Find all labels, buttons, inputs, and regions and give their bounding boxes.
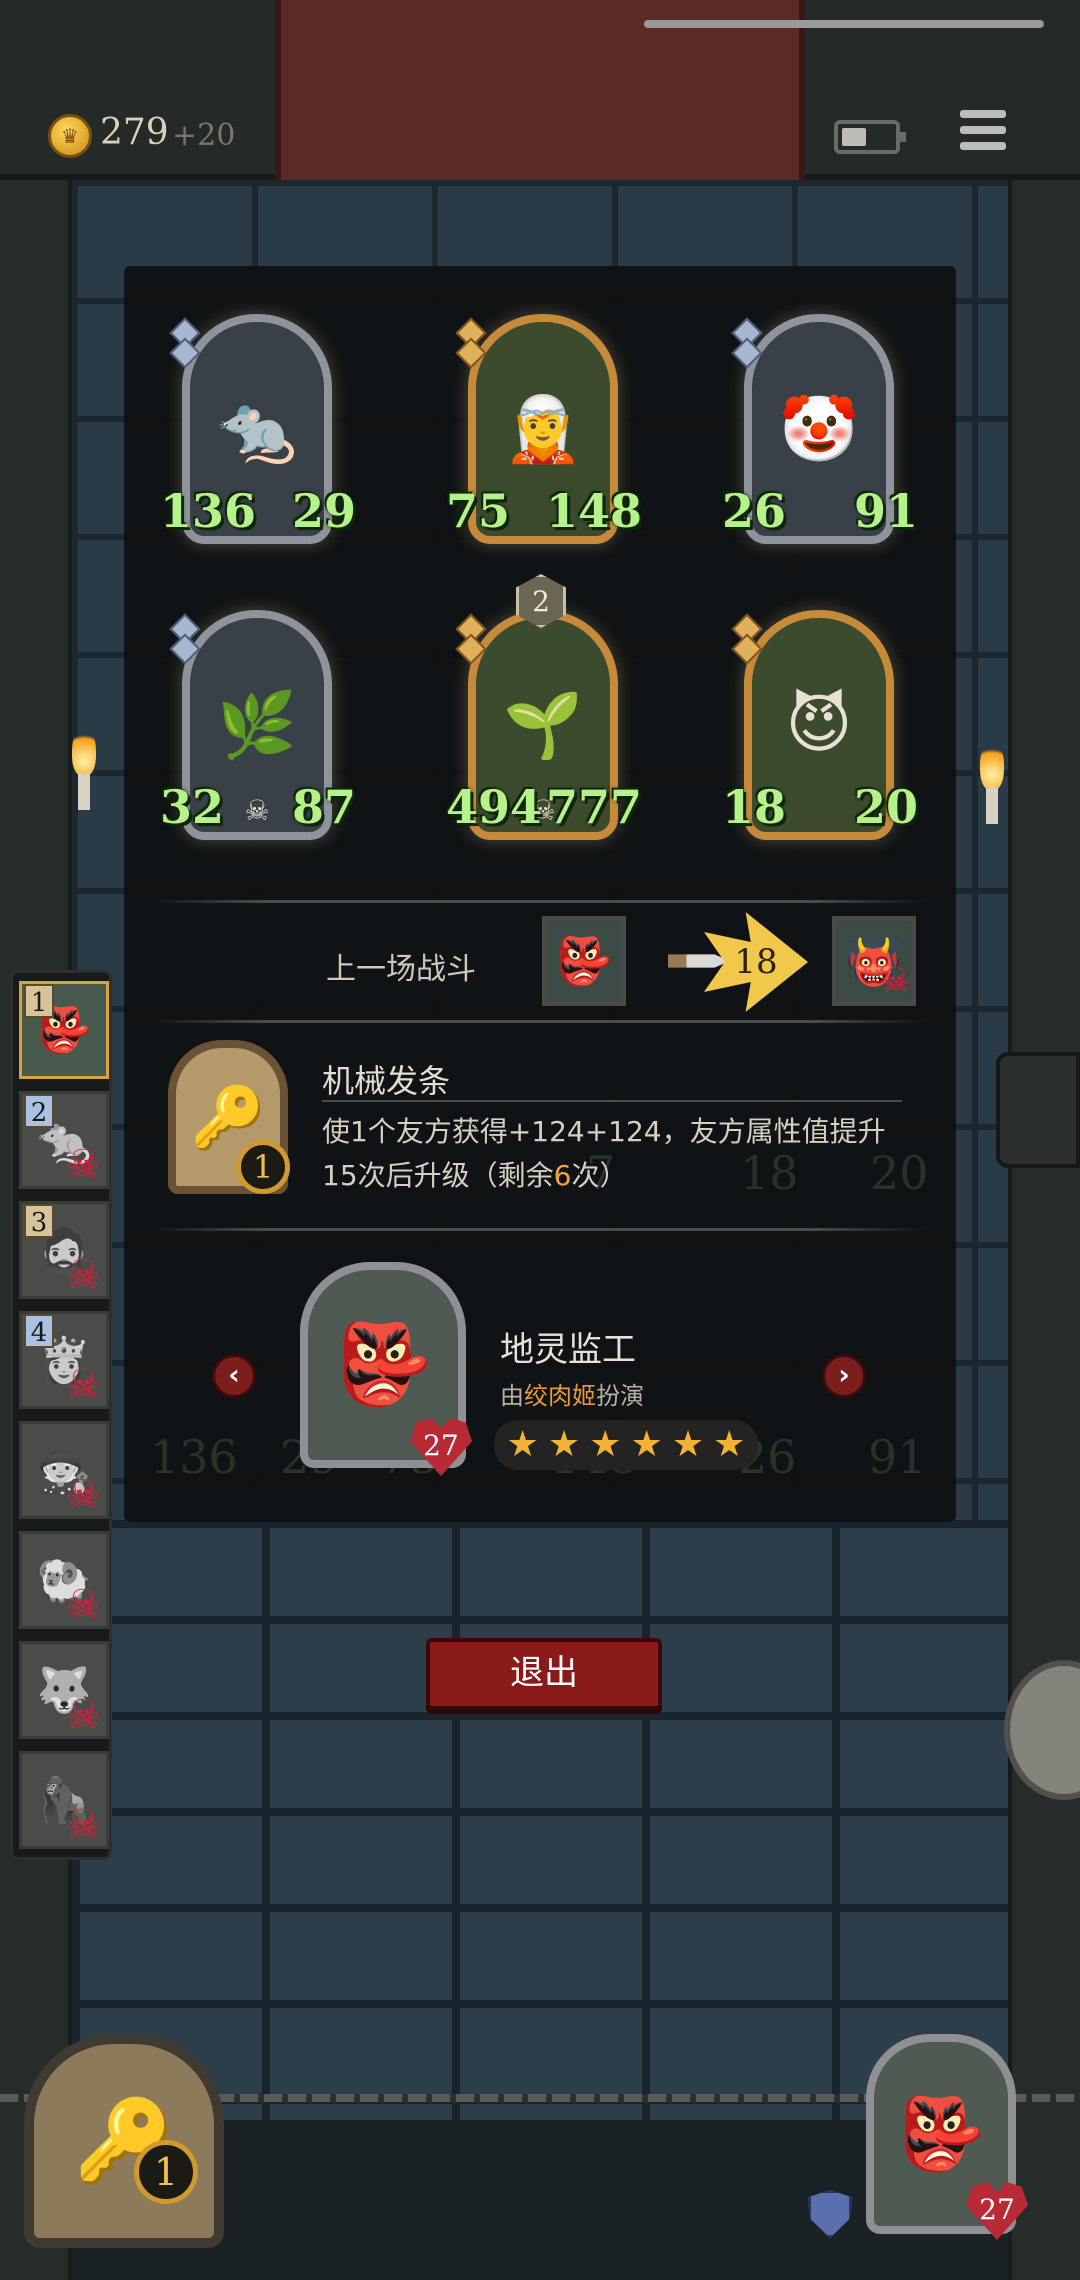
skull-icon: ☠ bbox=[65, 1362, 101, 1408]
team-position-badge: 3 bbox=[24, 1204, 54, 1238]
previous-hero-button[interactable]: ‹ bbox=[212, 1354, 256, 1398]
team-slot[interactable]: 🐺 ☠ bbox=[19, 1641, 109, 1739]
board-unit-elf-sorceress[interactable]: 🧝 75 148 bbox=[446, 314, 642, 564]
hero-name: 地灵监工 bbox=[500, 1330, 636, 1370]
unit-attack: 18 bbox=[722, 780, 787, 834]
divider bbox=[148, 1228, 928, 1231]
unit-health: 91 bbox=[853, 484, 918, 538]
coin-income: +20 bbox=[172, 118, 236, 153]
last-battle-own-hero-portrait[interactable]: 👺 bbox=[542, 916, 626, 1006]
menu-icon[interactable] bbox=[960, 110, 1006, 154]
star-icon: ★ bbox=[671, 1424, 705, 1465]
damage-value: 18 bbox=[734, 942, 778, 982]
equipment-description-line2: 15次后升级（剩余6次） bbox=[322, 1159, 628, 1192]
hero-played-by: 由绞肉姬扮演 bbox=[500, 1382, 644, 1410]
coin-count: 279 bbox=[100, 112, 169, 153]
exit-button[interactable]: 退出 bbox=[426, 1638, 662, 1710]
damage-arrow: 18 bbox=[668, 912, 808, 1012]
skull-icon: ☠ bbox=[880, 961, 911, 1001]
torch-right-icon bbox=[972, 740, 1012, 824]
board-unit-rat-rogue[interactable]: 🐀 136 29 bbox=[160, 314, 356, 564]
skull-icon: ☠ bbox=[65, 1582, 101, 1628]
next-hero-button[interactable]: › bbox=[822, 1354, 866, 1398]
coin-icon: ♛ bbox=[48, 114, 92, 158]
skull-icon: ☠ bbox=[244, 794, 270, 827]
unit-health: 20 bbox=[853, 780, 918, 834]
battery-icon bbox=[834, 120, 906, 154]
star-icon: ★ bbox=[713, 1424, 746, 1465]
team-slot[interactable]: 🐏 ☠ bbox=[19, 1531, 109, 1629]
team-position-badge: 2 bbox=[24, 1094, 54, 1128]
skull-icon: ☠ bbox=[65, 1252, 101, 1298]
star-icon: ★ bbox=[630, 1424, 663, 1465]
unit-health: 29 bbox=[291, 484, 356, 538]
last-battle-enemy-portrait[interactable]: 👹 ☠ bbox=[832, 916, 916, 1006]
bottom-equipment-count: 1 bbox=[134, 2140, 198, 2204]
team-slot[interactable]: 🐀 2 ☠ bbox=[19, 1091, 109, 1189]
unit-health: 148 bbox=[545, 484, 642, 538]
right-pillar bbox=[1008, 180, 1080, 2280]
skull-icon: ☠ bbox=[65, 1692, 101, 1738]
unit-attack: 26 bbox=[722, 484, 787, 538]
team-slot[interactable]: 👺 1 bbox=[19, 981, 109, 1079]
board-unit-jester-clown[interactable]: 🤡 26 91 bbox=[722, 314, 918, 564]
unit-health: 777 bbox=[545, 780, 642, 834]
skull-icon: ☠ bbox=[65, 1472, 101, 1518]
team-slot[interactable]: 🧔 3 ☠ bbox=[19, 1201, 109, 1299]
equipment-name-underline bbox=[322, 1100, 902, 1102]
unit-health: 87 bbox=[291, 780, 356, 834]
board-unit-imp-grinner[interactable]: 😈 18 20 bbox=[722, 610, 918, 860]
star-icon: ★ bbox=[547, 1424, 581, 1465]
skull-icon: ☠ bbox=[65, 1142, 101, 1188]
home-indicator bbox=[644, 20, 1044, 28]
team-list: 👺 1 🐀 2 ☠ 🧔 3 ☠ 👸 4 ☠ 🧙 ☠ 🐏 ☠ 🐺 ☠ 🦍 ☠ bbox=[10, 970, 112, 1860]
team-position-badge: 4 bbox=[24, 1314, 54, 1348]
torch-left-icon bbox=[64, 726, 104, 810]
board-unit-vine-plant[interactable]: 🌿 ☠ 32 87 bbox=[160, 610, 356, 860]
hero-star-rating: ★ ★ ★ ★ ★ ★ bbox=[494, 1420, 758, 1470]
skull-icon: ☠ bbox=[65, 1802, 101, 1848]
star-icon: ★ bbox=[589, 1424, 622, 1465]
unit-attack: 136 bbox=[160, 484, 257, 538]
last-battle-label: 上一场战斗 bbox=[326, 952, 476, 987]
star-icon: ★ bbox=[506, 1424, 539, 1465]
door-knob bbox=[996, 1052, 1080, 1168]
team-slot[interactable]: 👸 4 ☠ bbox=[19, 1311, 109, 1409]
equipment-count: 1 bbox=[236, 1140, 290, 1194]
divider bbox=[148, 1020, 928, 1023]
equipment-description-line1: 使1个友方获得+124+124，友方属性值提升 bbox=[322, 1115, 886, 1148]
team-slot[interactable]: 🧙 ☠ bbox=[19, 1421, 109, 1519]
unit-attack: 494 bbox=[446, 780, 543, 834]
board-unit-sprout-girl[interactable]: 🌱 2 ☠ 494 777 bbox=[446, 574, 642, 860]
top-bar: ♛ 279 +20 bbox=[0, 0, 1080, 180]
shield-icon bbox=[808, 2190, 852, 2238]
clockwork-key-icon[interactable]: 🔑 bbox=[24, 2034, 224, 2248]
unit-attack: 75 bbox=[446, 484, 511, 538]
team-position-badge: 1 bbox=[24, 984, 54, 1018]
team-slot[interactable]: 🦍 ☠ bbox=[19, 1751, 109, 1849]
divider bbox=[148, 900, 928, 903]
unit-attack: 32 bbox=[160, 780, 225, 834]
equipment-name: 机械发条 bbox=[322, 1062, 451, 1100]
